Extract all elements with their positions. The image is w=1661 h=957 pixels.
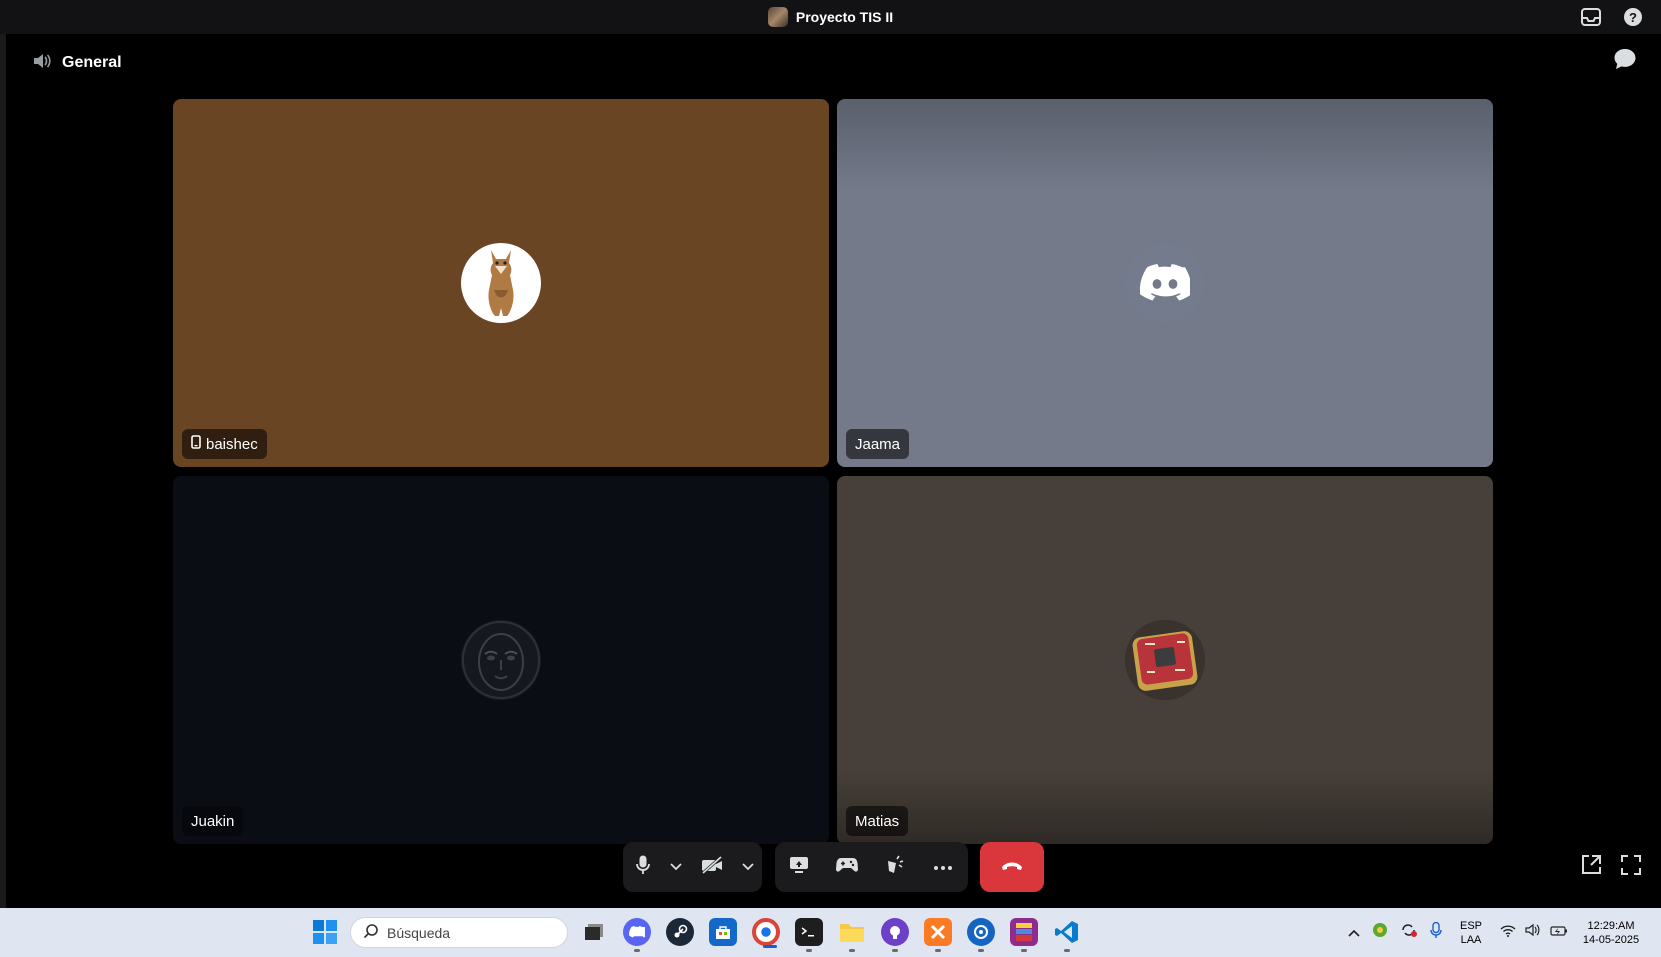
- task-view-icon[interactable]: [580, 918, 608, 946]
- language-code: ESP: [1459, 919, 1482, 932]
- svg-text:?: ?: [1629, 10, 1637, 25]
- channel-name: General: [62, 54, 122, 71]
- screen-share-button[interactable]: [775, 842, 823, 892]
- mobile-phone-icon: [191, 435, 201, 453]
- xampp-app-icon[interactable]: [924, 918, 952, 952]
- participant-name-tag: Matias: [846, 806, 909, 836]
- activity-group: [775, 842, 968, 892]
- camera-options-button[interactable]: [735, 842, 761, 892]
- participant-tile-jaama[interactable]: Jaama: [837, 99, 1493, 467]
- pop-out-icon[interactable]: [1580, 854, 1602, 881]
- microphone-tray-icon[interactable]: [1430, 921, 1442, 943]
- winrar-app-icon[interactable]: [1010, 918, 1038, 952]
- participant-name: Jaama: [855, 435, 901, 453]
- search-placeholder: Búsqueda: [387, 924, 451, 941]
- running-indicator: [806, 949, 812, 952]
- chevron-down-icon: [670, 858, 682, 876]
- participant-tile-matias[interactable]: Matias: [837, 476, 1493, 844]
- more-options-button[interactable]: [919, 842, 967, 892]
- wifi-icon: [1500, 924, 1516, 942]
- participant-name: Juakin: [191, 812, 235, 830]
- running-indicator: [1021, 949, 1027, 952]
- participant-name: baishec: [206, 435, 258, 453]
- sync-icon[interactable]: [1400, 922, 1418, 943]
- keyboard-language[interactable]: ESP LAA: [1454, 919, 1488, 947]
- vscode-app-icon[interactable]: [1053, 918, 1081, 952]
- blue-app-icon[interactable]: [967, 918, 995, 952]
- windows-taskbar: Búsqueda ESP LAA 12:29:AM 14-05-2025: [0, 908, 1661, 957]
- tray-app-icon[interactable]: [1372, 922, 1388, 943]
- taskbar-search[interactable]: Búsqueda: [350, 917, 568, 948]
- chevron-up-icon[interactable]: [1348, 924, 1360, 942]
- running-indicator: [634, 949, 640, 952]
- server-icon: [767, 7, 788, 27]
- sidebar-edge: [0, 34, 6, 908]
- participant-tile-juakin[interactable]: Juakin: [173, 476, 829, 844]
- window-title: Proyecto TIS II: [795, 9, 894, 25]
- discord-logo-icon: [1125, 243, 1205, 323]
- participant-name: Matias: [855, 812, 900, 830]
- microphone-button[interactable]: [623, 842, 663, 892]
- disconnect-button[interactable]: [980, 842, 1044, 892]
- inbox-icon[interactable]: [1581, 8, 1601, 26]
- soundboard-icon: [885, 855, 905, 880]
- chip-avatar: [1125, 620, 1205, 700]
- audio-video-group: [623, 842, 762, 892]
- help-icon[interactable]: ?: [1623, 7, 1643, 27]
- hang-up-phone-icon: [1001, 858, 1023, 876]
- participant-tile-baishec[interactable]: baishec: [173, 99, 829, 467]
- camera-button[interactable]: [689, 842, 735, 892]
- gamepad-icon: [835, 857, 859, 878]
- voice-call-view: General baishec Jaama Juakin Matias: [0, 34, 1661, 908]
- running-indicator: [1064, 949, 1070, 952]
- running-indicator: [849, 949, 855, 952]
- clock[interactable]: 12:29:AM 14-05-2025: [1575, 908, 1647, 957]
- running-indicator: [978, 949, 984, 952]
- running-indicator: [935, 949, 941, 952]
- activities-button[interactable]: [823, 842, 871, 892]
- microphone-icon: [636, 855, 650, 880]
- github-desktop-icon[interactable]: [881, 918, 909, 952]
- participant-name-tag: baishec: [182, 429, 267, 459]
- fox-avatar: [461, 243, 541, 323]
- more-icon: [933, 858, 953, 876]
- discord-app-icon[interactable]: [623, 918, 651, 952]
- battery-icon: [1550, 924, 1568, 942]
- call-control-bar: [0, 842, 1661, 894]
- mask-avatar: [461, 620, 541, 700]
- chevron-down-icon: [742, 858, 754, 876]
- chrome-app-icon[interactable]: [752, 918, 780, 948]
- system-tray: ESP LAA: [1348, 908, 1488, 957]
- screen-share-icon: [789, 856, 809, 879]
- fullscreen-icon[interactable]: [1620, 854, 1642, 881]
- steam-app-icon[interactable]: [666, 918, 694, 946]
- terminal-app-icon[interactable]: [795, 918, 823, 952]
- speaker-icon: [32, 52, 52, 75]
- windows-start-icon[interactable]: [313, 920, 337, 949]
- microsoft-store-icon[interactable]: [709, 918, 737, 946]
- layout-code: LAA: [1460, 933, 1482, 946]
- volume-icon: [1525, 923, 1541, 942]
- microphone-options-button[interactable]: [663, 842, 689, 892]
- search-icon: [363, 923, 379, 942]
- soundboard-button[interactable]: [871, 842, 919, 892]
- clock-date: 14-05-2025: [1582, 933, 1640, 946]
- channel-header: General: [32, 46, 122, 80]
- camera-off-icon: [701, 855, 723, 879]
- title-bar: Proyecto TIS II ?: [0, 0, 1661, 34]
- quick-settings[interactable]: [1500, 908, 1568, 957]
- file-explorer-icon[interactable]: [838, 918, 866, 952]
- running-indicator: [892, 949, 898, 952]
- clock-time: 12:29:AM: [1587, 919, 1635, 932]
- active-indicator: [763, 945, 777, 948]
- chat-icon[interactable]: [1613, 48, 1637, 75]
- participant-name-tag: Juakin: [182, 806, 244, 836]
- participant-name-tag: Jaama: [846, 429, 910, 459]
